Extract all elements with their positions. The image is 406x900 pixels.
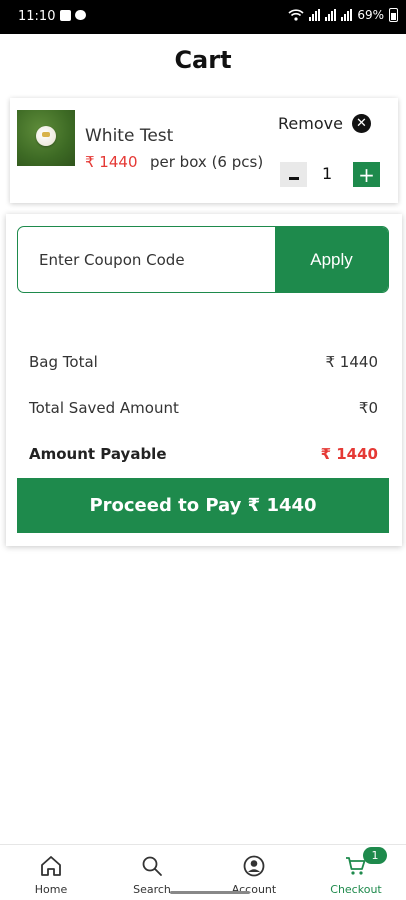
saved-amount-value: ₹0 [358, 399, 378, 417]
remove-label: Remove [278, 114, 343, 133]
battery-percent: 69% [357, 8, 384, 22]
gallery-notification-icon [60, 10, 71, 21]
bag-total-label: Bag Total [29, 353, 98, 371]
order-summary-card: Apply Bag Total ₹ 1440 Total Saved Amoun… [6, 214, 402, 546]
nav-home[interactable]: Home [11, 853, 91, 896]
page-title: Cart [174, 46, 232, 74]
nav-account-label: Account [231, 883, 277, 896]
account-icon [214, 853, 294, 879]
wifi-icon [288, 9, 304, 21]
cart-icon: 1 [316, 847, 396, 879]
quantity-decrease-button[interactable] [280, 162, 307, 187]
status-right: 69% [288, 8, 398, 22]
quantity-value: 1 [322, 164, 333, 183]
product-name: White Test [85, 126, 174, 146]
bag-total-value: ₹ 1440 [325, 353, 379, 371]
status-time: 11:10 [18, 9, 56, 24]
coupon-code-input[interactable] [18, 227, 277, 292]
cart-count-badge: 1 [363, 847, 387, 864]
nav-account[interactable]: Account [214, 853, 294, 896]
saved-amount-row: Total Saved Amount ₹0 [29, 399, 378, 417]
golf-ball-image [36, 126, 56, 146]
bag-total-row: Bag Total ₹ 1440 [29, 353, 378, 371]
amount-payable-row: Amount Payable ₹ 1440 [29, 445, 378, 463]
notification-icons [60, 10, 86, 21]
signal-2-icon [341, 9, 353, 21]
nav-checkout-label: Checkout [330, 883, 382, 896]
search-icon [112, 853, 192, 879]
home-icon [11, 853, 91, 879]
battery-icon [389, 8, 398, 22]
remove-button[interactable]: Remove ✕ [278, 114, 371, 133]
cart-item-card: White Test ₹ 1440 per box (6 pcs) Remove… [10, 98, 398, 203]
nav-checkout[interactable]: 1 Checkout [316, 847, 396, 896]
signal-icon [325, 9, 337, 21]
nav-search-label: Search [133, 883, 171, 896]
amount-payable-value: ₹ 1440 [320, 445, 378, 463]
product-image[interactable] [17, 110, 75, 166]
amount-payable-label: Amount Payable [29, 445, 167, 463]
nav-search[interactable]: Search [112, 853, 192, 896]
home-indicator[interactable] [170, 891, 250, 894]
coupon-box: Apply [17, 226, 389, 293]
quantity-increase-button[interactable]: + [353, 162, 380, 187]
nav-home-label: Home [34, 883, 68, 896]
status-bar: 11:10 69% [0, 0, 406, 34]
saved-amount-label: Total Saved Amount [29, 399, 179, 417]
proceed-to-pay-button[interactable]: Proceed to Pay ₹ 1440 [17, 478, 389, 533]
product-unit: per box (6 pcs) [150, 153, 264, 171]
product-price: ₹ 1440 [85, 153, 138, 171]
volte-signal-icon [309, 9, 321, 21]
minus-icon [288, 177, 299, 180]
close-circle-icon: ✕ [351, 114, 371, 133]
apply-coupon-button[interactable]: Apply [275, 227, 388, 292]
message-notification-icon [75, 10, 86, 20]
